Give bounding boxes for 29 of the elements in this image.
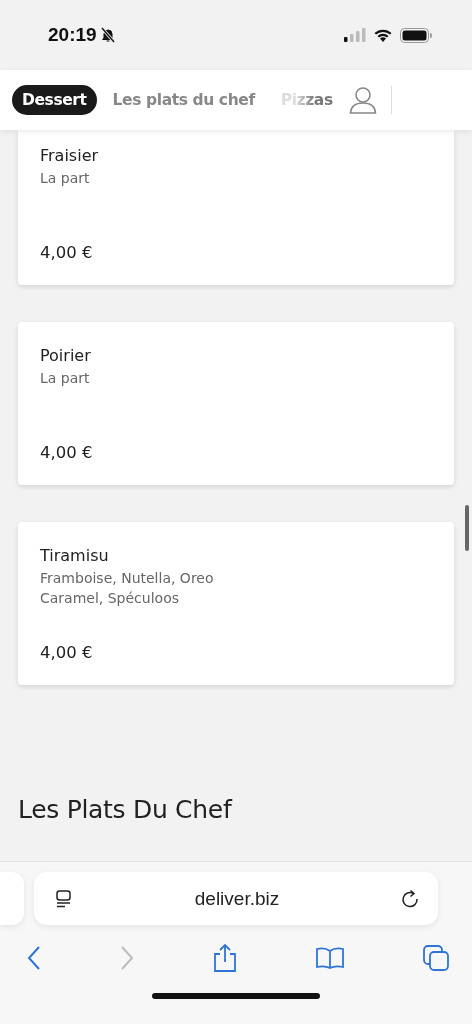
product-name: Poirier [40,345,92,367]
product-description: Framboise, Nutella, Oreo Caramel, Spéculoos [40,569,215,608]
reader-icon[interactable] [54,888,74,909]
share-icon[interactable] [212,943,238,973]
clock-time: 20:19 [48,24,97,46]
product-card[interactable]: Poirier La part 4,00 € [18,322,454,485]
product-price: 4,00 € [40,442,94,464]
book-icon[interactable] [315,946,345,970]
category-tab[interactable]: Les plats du chef [102,85,265,115]
product-name: Fraisier [40,145,100,167]
user-icon[interactable] [348,86,377,114]
product-price: 4,00 € [40,242,94,264]
reload-icon[interactable] [400,888,420,909]
wifi-icon [373,27,393,43]
product-description: La part [40,169,91,188]
section-heading: Les Plats Du Chef [18,795,234,824]
product-description: La part [40,369,91,388]
product-card[interactable]: Fraisier La part 4,00 € [18,130,454,285]
category-tab[interactable]: Dessert [12,85,97,115]
product-price: 4,00 € [40,642,94,664]
battery-icon [400,27,432,43]
url-text: deliver.biz [194,887,280,910]
tabs-icon[interactable] [422,944,450,972]
signal-icon [344,28,366,42]
product-name: Tiramisu [40,545,110,567]
address-bar[interactable]: deliver.biz [34,872,438,925]
back-icon[interactable] [26,945,42,971]
scrollbar [465,505,469,551]
product-card[interactable]: Tiramisu Framboise, Nutella, Oreo Caramel, Spéculoos 4,00 € [18,522,454,685]
